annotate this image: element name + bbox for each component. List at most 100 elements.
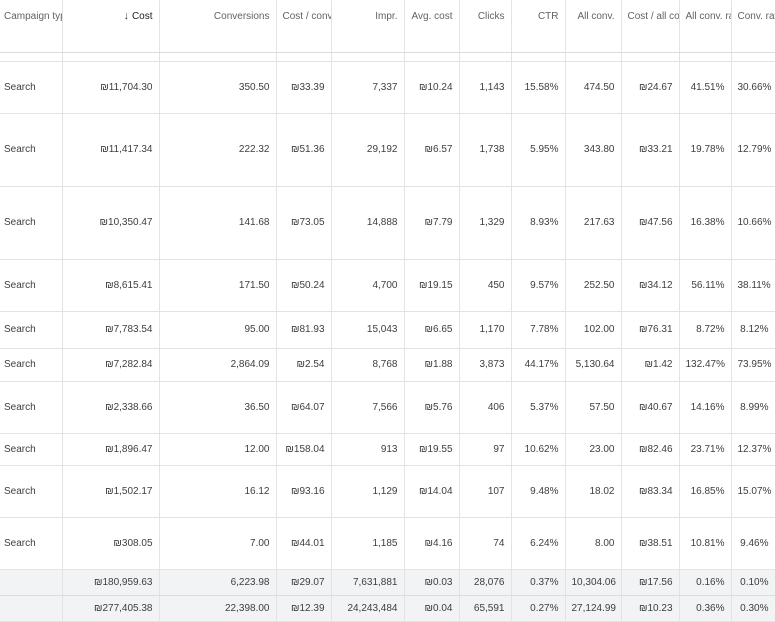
total-cell-campaign-type <box>0 595 62 621</box>
column-header-label: Impr. <box>375 11 397 22</box>
cell-cost: ₪1,896.47 <box>62 433 159 465</box>
cell-campaign-type[interactable]: Search <box>0 465 62 517</box>
table-row[interactable]: Search₪1,896.4712.00₪158.04913₪19.559710… <box>0 433 775 465</box>
cell-all-conv: 8.00 <box>565 517 621 569</box>
sort-arrow-down-icon: ↓ <box>123 10 129 22</box>
cell-campaign-type[interactable]: Search <box>0 259 62 311</box>
cell-campaign-type[interactable]: Search <box>0 186 62 259</box>
total-cell-conversions: 6,223.98 <box>159 569 276 595</box>
cell-conv-rate: 8.12% <box>731 311 775 348</box>
total-cell-impressions: 24,243,484 <box>331 595 404 621</box>
column-header-cost-per-conv[interactable]: Cost / conv. <box>276 0 331 52</box>
cell-clicks: 406 <box>459 381 511 433</box>
column-header-all-conv-rate[interactable]: All conv. rate <box>679 0 731 52</box>
table-row[interactable]: Search₪8,615.41171.50₪50.244,700₪19.1545… <box>0 259 775 311</box>
cell-ctr: 5.37% <box>511 381 565 433</box>
table-row[interactable]: Search₪11,704.30350.50₪33.397,337₪10.241… <box>0 61 775 113</box>
column-header-impressions[interactable]: Impr. <box>331 0 404 52</box>
cell-campaign-type[interactable]: Search <box>0 113 62 186</box>
cell-conv-rate: 73.95% <box>731 348 775 381</box>
cell-campaign-type[interactable]: Search <box>0 381 62 433</box>
cell-clicks: 1,143 <box>459 61 511 113</box>
cell-all-conv-rate: 14.16% <box>679 381 731 433</box>
table-row[interactable]: Search₪2,338.6636.50₪64.077,566₪5.764065… <box>0 381 775 433</box>
cell-cost-per-conv: ₪44.01 <box>276 517 331 569</box>
cell-cost: ₪10,350.47 <box>62 186 159 259</box>
cell-cost-per-all-conv: ₪24.67 <box>621 61 679 113</box>
column-header-cost-per-all-conv[interactable]: Cost / all conv. <box>621 0 679 52</box>
column-header-avg-cost[interactable]: Avg. cost <box>404 0 459 52</box>
table-row[interactable]: Search₪10,350.47141.68₪73.0514,888₪7.791… <box>0 186 775 259</box>
cell-avg-cost: ₪5.76 <box>404 381 459 433</box>
total-cell-ctr: 0.37% <box>511 569 565 595</box>
cell-ctr: 6.24% <box>511 517 565 569</box>
column-header-campaign-type[interactable]: Campaign type <box>0 0 62 52</box>
cell-clicks: 97 <box>459 433 511 465</box>
cell-all-conv: 102.00 <box>565 311 621 348</box>
cell-cost: ₪11,417.34 <box>62 113 159 186</box>
column-header-label: Cost / conv. <box>283 11 332 22</box>
column-header-label: Conv. rate <box>738 11 775 22</box>
cell-all-conv: 5,130.64 <box>565 348 621 381</box>
cell-cost: ₪7,783.54 <box>62 311 159 348</box>
cell-all-conv: 217.63 <box>565 186 621 259</box>
total-cell-conv-rate: 0.30% <box>731 595 775 621</box>
table-row[interactable]: Search₪1,502.1716.12₪93.161,129₪14.04107… <box>0 465 775 517</box>
cell-clicks: 74 <box>459 517 511 569</box>
cell-impressions: 14,888 <box>331 186 404 259</box>
cell-campaign-type[interactable]: Search <box>0 61 62 113</box>
cell-campaign-type[interactable]: Search <box>0 433 62 465</box>
column-header-clicks[interactable]: Clicks <box>459 0 511 52</box>
cell-ctr: 9.57% <box>511 259 565 311</box>
cell-ctr: 8.93% <box>511 186 565 259</box>
column-header-all-conv[interactable]: All conv. <box>565 0 621 52</box>
cell-cost-per-all-conv: ₪38.51 <box>621 517 679 569</box>
cell-cost-per-all-conv: ₪40.67 <box>621 381 679 433</box>
cell-conv-rate: 15.07% <box>731 465 775 517</box>
total-cell-cost-per-conv: ₪12.39 <box>276 595 331 621</box>
column-header-ctr[interactable]: CTR <box>511 0 565 52</box>
table-row[interactable]: Search₪7,282.842,864.09₪2.548,768₪1.883,… <box>0 348 775 381</box>
column-header-conv-rate[interactable]: Conv. rate <box>731 0 775 52</box>
cell-all-conv-rate: 41.51% <box>679 61 731 113</box>
cell-cost-per-conv: ₪64.07 <box>276 381 331 433</box>
total-cell-conversions: 22,398.00 <box>159 595 276 621</box>
cell-cost-per-conv: ₪73.05 <box>276 186 331 259</box>
column-header-conversions[interactable]: Conversions <box>159 0 276 52</box>
cell-conv-rate: 8.99% <box>731 381 775 433</box>
total-cell-all-conv-rate: 0.36% <box>679 595 731 621</box>
spacer-cell <box>511 52 565 61</box>
table-row[interactable]: Search₪11,417.34222.32₪51.3629,192₪6.571… <box>0 113 775 186</box>
cell-conv-rate: 9.46% <box>731 517 775 569</box>
cell-conversions: 222.32 <box>159 113 276 186</box>
cell-avg-cost: ₪6.65 <box>404 311 459 348</box>
cell-cost: ₪11,704.30 <box>62 61 159 113</box>
table-row[interactable]: Search₪308.057.00₪44.011,185₪4.16746.24%… <box>0 517 775 569</box>
cell-avg-cost: ₪14.04 <box>404 465 459 517</box>
cell-clicks: 1,170 <box>459 311 511 348</box>
cell-all-conv-rate: 10.81% <box>679 517 731 569</box>
cell-campaign-type[interactable]: Search <box>0 311 62 348</box>
cell-conversions: 36.50 <box>159 381 276 433</box>
cell-impressions: 7,337 <box>331 61 404 113</box>
cell-campaign-type[interactable]: Search <box>0 348 62 381</box>
cell-conversions: 350.50 <box>159 61 276 113</box>
cell-avg-cost: ₪7.79 <box>404 186 459 259</box>
cell-campaign-type[interactable]: Search <box>0 517 62 569</box>
cell-conversions: 141.68 <box>159 186 276 259</box>
cell-conversions: 12.00 <box>159 433 276 465</box>
cell-impressions: 15,043 <box>331 311 404 348</box>
total-cell-all-conv-rate: 0.16% <box>679 569 731 595</box>
column-header-label: All conv. rate <box>686 11 732 22</box>
spacer-cell <box>731 52 775 61</box>
column-header-cost[interactable]: ↓Cost <box>62 0 159 52</box>
cell-all-conv-rate: 56.11% <box>679 259 731 311</box>
cell-cost-per-all-conv: ₪83.34 <box>621 465 679 517</box>
cell-cost-per-conv: ₪81.93 <box>276 311 331 348</box>
cell-conversions: 95.00 <box>159 311 276 348</box>
total-cell-cost-per-all-conv: ₪17.56 <box>621 569 679 595</box>
cell-conv-rate: 12.79% <box>731 113 775 186</box>
total-cell-ctr: 0.27% <box>511 595 565 621</box>
table-row[interactable]: Search₪7,783.5495.00₪81.9315,043₪6.651,1… <box>0 311 775 348</box>
cell-all-conv: 343.80 <box>565 113 621 186</box>
